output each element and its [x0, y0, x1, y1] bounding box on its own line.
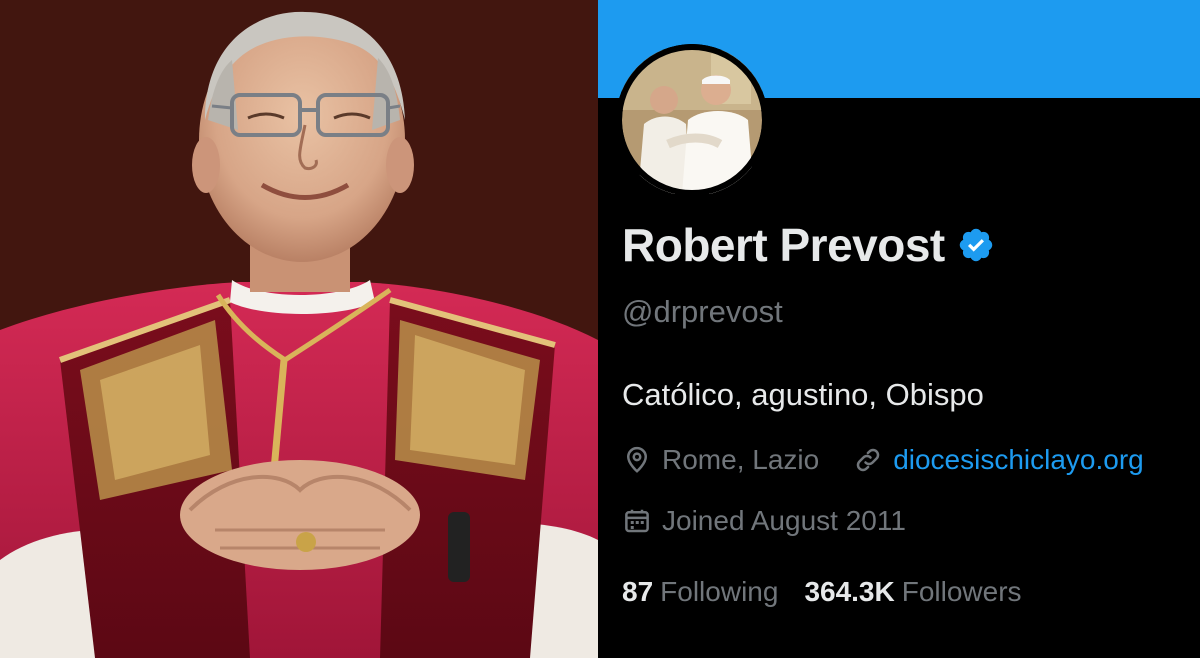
- joined-item: Joined August 2011: [622, 505, 906, 537]
- screenshot-composite: Robert Prevost @drprevost Católico, agus…: [0, 0, 1200, 658]
- name-row: Robert Prevost: [622, 222, 995, 268]
- following-count: 87: [622, 576, 654, 607]
- follow-stats: 87 Following 364.3K Followers: [622, 576, 1022, 608]
- verified-badge-icon[interactable]: [957, 226, 995, 264]
- followers-stat[interactable]: 364.3K Followers: [804, 576, 1021, 608]
- followers-count: 364.3K: [804, 576, 895, 607]
- following-label: Following: [660, 576, 779, 607]
- profile-panel: Robert Prevost @drprevost Católico, agus…: [598, 0, 1200, 658]
- location-text: Rome, Lazio: [662, 444, 820, 475]
- joined-row: Joined August 2011: [622, 505, 906, 537]
- following-stat[interactable]: 87 Following: [622, 576, 778, 608]
- profile-bio: Católico, agustino, Obispo: [622, 377, 984, 412]
- link-icon: [853, 445, 883, 475]
- profile-meta-row: Rome, Lazio diocesischiclayo.org: [622, 444, 1144, 476]
- followers-label: Followers: [901, 576, 1022, 607]
- calendar-icon: [622, 506, 652, 536]
- display-name: Robert Prevost: [622, 219, 945, 271]
- portrait-photo: [0, 0, 598, 658]
- location-item: Rome, Lazio: [622, 444, 819, 476]
- website-link[interactable]: diocesischiclayo.org: [893, 444, 1144, 476]
- website-item[interactable]: diocesischiclayo.org: [853, 444, 1144, 476]
- joined-text: Joined August 2011: [662, 505, 906, 536]
- profile-handle: @drprevost: [622, 294, 783, 329]
- location-pin-icon: [622, 445, 652, 475]
- profile-avatar[interactable]: [616, 44, 768, 196]
